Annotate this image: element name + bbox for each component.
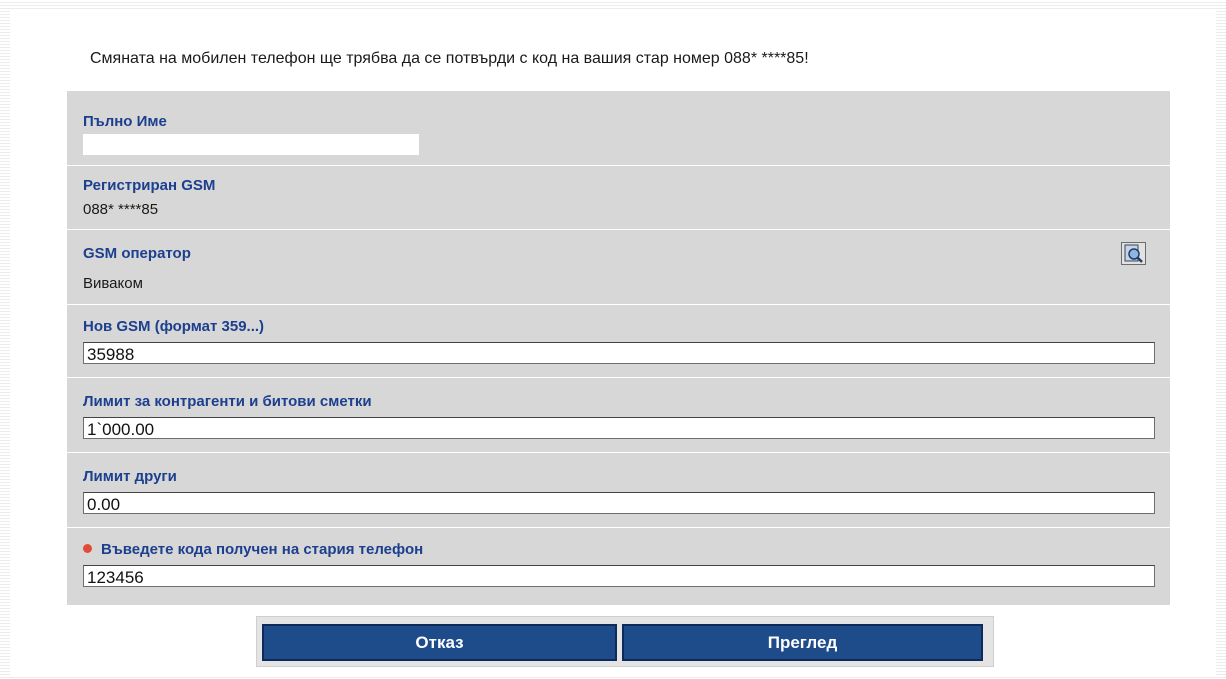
full-name-value [83, 134, 419, 155]
row-new-gsm: Нов GSM (формат 359...) [67, 305, 1170, 378]
page-container: Смяната на мобилен телефон ще трябва да … [10, 10, 1216, 676]
phone-change-notice: Смяната на мобилен телефон ще трябва да … [90, 50, 809, 67]
row-registered-gsm: Регистриран GSM 088* ****85 [67, 166, 1170, 230]
row-old-phone-code: Въведете кода получен на стария телефон [67, 528, 1170, 605]
search-document-icon [1124, 244, 1143, 263]
review-button[interactable]: Преглед [622, 624, 983, 661]
row-limit-other: Лимит други [67, 453, 1170, 528]
row-full-name: Пълно Име [67, 91, 1170, 166]
full-name-label: Пълно Име [83, 113, 167, 130]
old-phone-code-label: Въведете кода получен на стария телефон [83, 541, 423, 558]
registered-gsm-value: 088* ****85 [83, 201, 159, 218]
buttons-bar: Отказ Преглед [256, 616, 994, 667]
row-gsm-operator: GSM оператор Виваком [67, 230, 1170, 305]
gsm-operator-label: GSM оператор [83, 245, 191, 262]
new-gsm-input[interactable] [83, 342, 1155, 364]
limit-contractors-label: Лимит за контрагенти и битови сметки [83, 393, 372, 410]
operator-lookup-button[interactable] [1121, 242, 1146, 265]
old-phone-code-label-text: Въведете кода получен на стария телефон [101, 541, 424, 558]
cancel-button[interactable]: Отказ [262, 624, 617, 661]
limit-other-label: Лимит други [83, 468, 177, 485]
registered-gsm-label: Регистриран GSM [83, 177, 216, 194]
old-phone-code-input[interactable] [83, 565, 1155, 587]
new-gsm-label: Нов GSM (формат 359...) [83, 318, 265, 335]
limit-other-input[interactable] [83, 492, 1155, 514]
row-limit-contractors: Лимит за контрагенти и битови сметки [67, 378, 1170, 453]
limit-contractors-input[interactable] [83, 417, 1155, 439]
gsm-operator-value: Виваком [83, 275, 143, 292]
required-dot-icon [83, 544, 92, 553]
form-panel: Пълно Име Регистриран GSM 088* ****85 GS… [67, 91, 1170, 605]
